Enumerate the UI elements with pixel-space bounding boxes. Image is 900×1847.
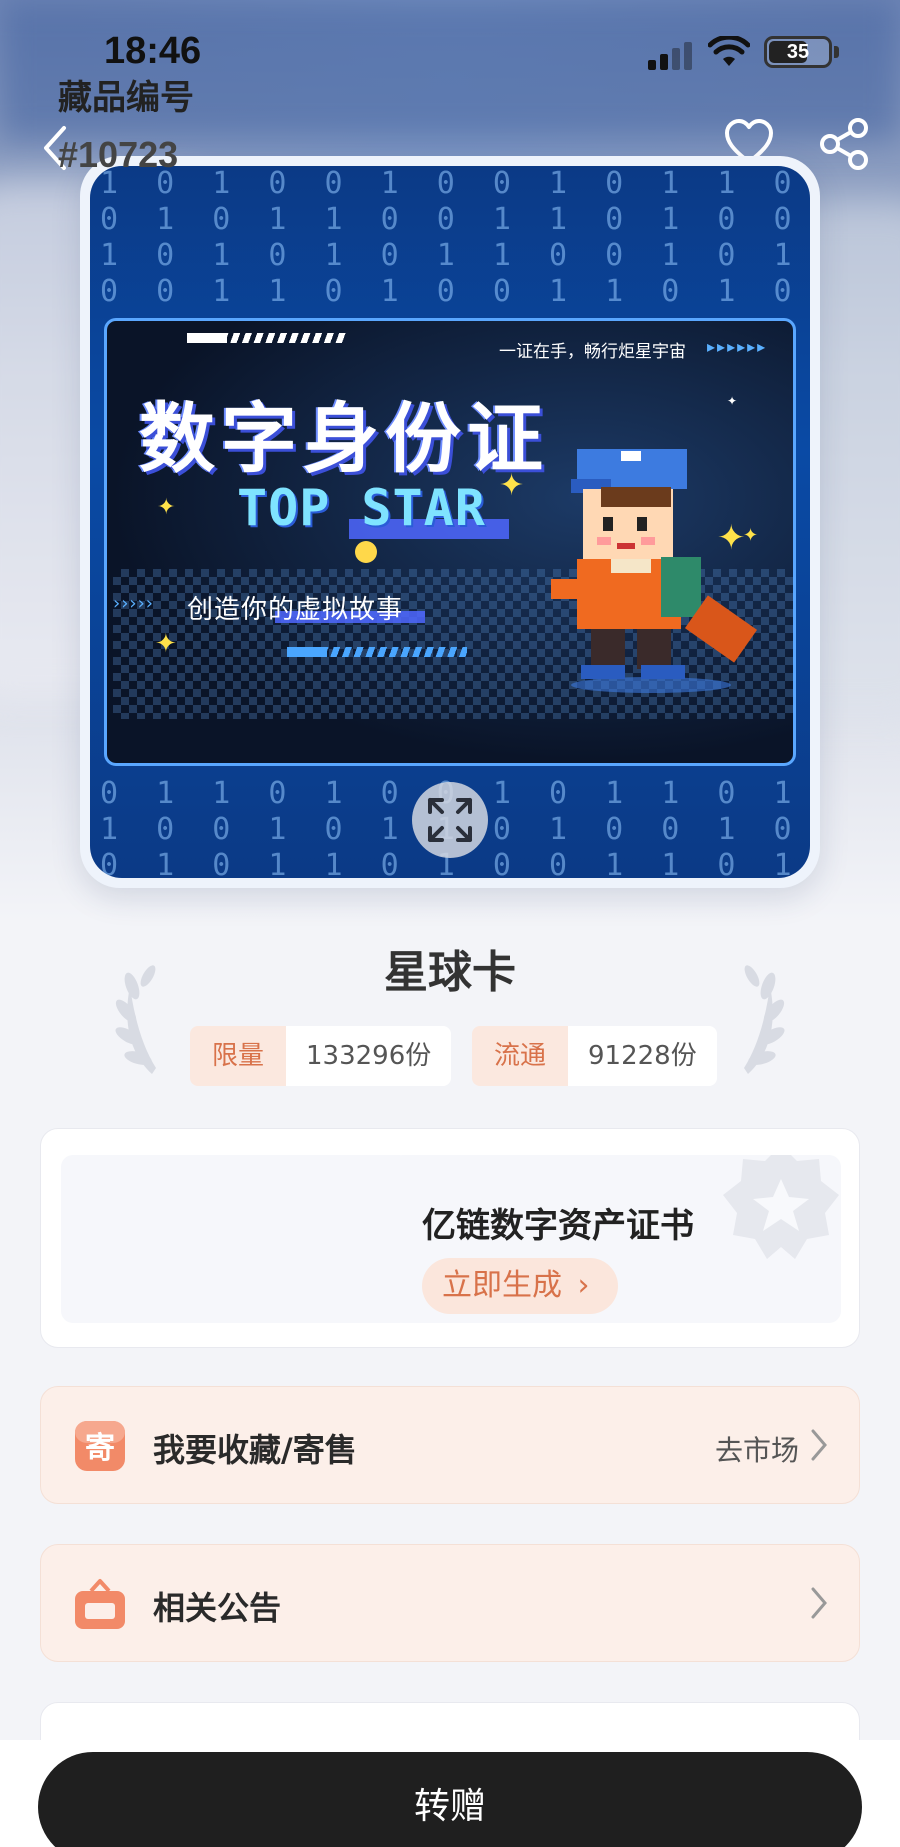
announcement-icon	[75, 1579, 125, 1629]
status-time: 18:46	[104, 30, 202, 72]
artwork-sub-brand: TOP STAR	[237, 479, 486, 537]
serial-label: 藏品编号	[58, 78, 194, 118]
circulation-value: 91228份	[568, 1026, 717, 1086]
sparkle-icon: ✦	[157, 495, 176, 520]
pixel-character	[551, 449, 758, 693]
certificate-label: 亿链数字资产证书	[422, 1206, 694, 1246]
go-market-link[interactable]: 去市场	[715, 1429, 799, 1469]
battery-tip	[834, 46, 839, 58]
collect-sell-row[interactable]: 寄 我要收藏/寄售 去市场	[40, 1386, 860, 1504]
chevron-right-icon: ›	[577, 1268, 590, 1303]
wifi-icon	[708, 36, 750, 66]
svg-text:寄: 寄	[85, 1431, 115, 1466]
chevron-right-icon	[811, 1587, 827, 1619]
circulation-pill: 流通 91228份	[472, 1026, 717, 1086]
laurel-right-icon	[744, 965, 785, 1074]
announcements-row[interactable]: 相关公告	[40, 1544, 860, 1662]
artwork-slogan: 一证在手，畅行炬星宇宙	[499, 342, 686, 362]
arrows-decoration: ▸▸▸▸▸▸	[707, 337, 768, 356]
battery-level: 35	[786, 41, 810, 63]
decor-stripe-bottom-solid	[287, 647, 327, 657]
chevron-right-icon	[811, 1429, 827, 1461]
sparkle-icon: ✦	[727, 394, 738, 408]
id-card-screen: 一证在手，畅行炬星宇宙 ▸▸▸▸▸▸ 数字身份证 TOP STAR ››››› …	[104, 318, 796, 766]
expand-icon[interactable]	[412, 782, 488, 858]
battery-icon: 35	[764, 36, 832, 68]
limit-value: 133296份	[286, 1026, 452, 1086]
generate-certificate-button[interactable]: 立即生成 ›	[422, 1258, 618, 1314]
limit-label: 限量	[190, 1026, 287, 1086]
share-icon[interactable]	[818, 116, 872, 172]
binary-pattern-top: 1 0 1 0 0 1 0 0 1 0 1 1 0 1 1 0 0 1 0 0 …	[100, 166, 810, 309]
certificate-content: 亿链数字资产证书 立即生成 ›	[390, 1154, 850, 1322]
sparkle-icon: ✦	[499, 468, 525, 503]
artwork-tagline: 创造你的虚拟故事	[187, 595, 404, 625]
smiley-icon	[355, 541, 377, 563]
artwork-main-title: 数字身份证	[139, 394, 549, 483]
generate-certificate-label: 立即生成	[442, 1268, 562, 1303]
circulation-label: 流通	[472, 1026, 569, 1086]
signal-icon	[648, 40, 696, 70]
decor-stripe-top-solid	[187, 333, 227, 343]
announcements-label: 相关公告	[153, 1589, 282, 1627]
sparkle-icon: ✦	[155, 629, 177, 659]
serial-value: #10723	[58, 134, 179, 175]
serial-panel	[61, 1155, 411, 1323]
artwork-image[interactable]: 1 0 1 0 0 1 0 0 1 0 1 1 0 1 1 0 0 1 0 0 …	[90, 166, 810, 878]
artwork-frame: 1 0 1 0 0 1 0 0 1 0 1 1 0 1 1 0 0 1 0 0 …	[80, 156, 820, 888]
collect-sell-label: 我要收藏/寄售	[153, 1431, 357, 1469]
tagline-arrows: ›››››	[113, 593, 154, 614]
consign-icon: 寄	[75, 1421, 125, 1471]
limit-pill: 限量 133296份	[190, 1026, 452, 1086]
transfer-button[interactable]: 转赠	[38, 1752, 862, 1847]
